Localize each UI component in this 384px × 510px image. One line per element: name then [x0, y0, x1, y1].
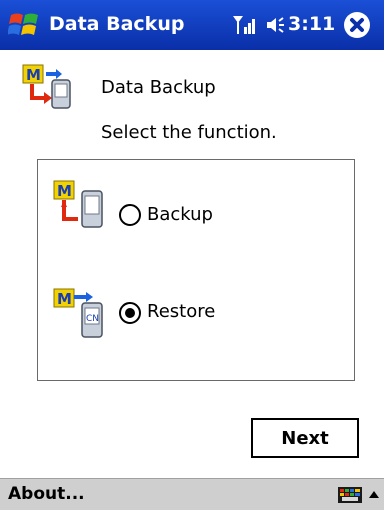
close-button[interactable]: [344, 12, 370, 38]
svg-text:CN: CN: [86, 314, 99, 324]
restore-icon: M CN: [53, 288, 103, 338]
clock[interactable]: 3:11: [288, 13, 335, 35]
restore-label[interactable]: Restore: [147, 301, 215, 322]
about-menu-item[interactable]: About...: [8, 484, 85, 504]
svg-text:M: M: [26, 66, 41, 84]
restore-radio-dot: [125, 308, 135, 318]
volume-icon[interactable]: [265, 15, 285, 35]
title-bar: Data Backup 3:11: [0, 0, 384, 50]
instruction-text: Select the function.: [101, 122, 277, 143]
backup-radio[interactable]: [119, 204, 141, 226]
function-group: M Backup M CN Restore: [37, 159, 355, 381]
backup-icon: M: [53, 180, 103, 228]
data-backup-app-icon: M: [22, 64, 71, 109]
menu-bar: About...: [0, 478, 384, 510]
backup-label[interactable]: Backup: [147, 204, 213, 225]
input-arrow-icon[interactable]: [367, 485, 381, 505]
svg-text:M: M: [57, 182, 72, 200]
close-icon: [350, 18, 364, 32]
keyboard-icon[interactable]: [337, 485, 363, 505]
restore-radio[interactable]: [119, 302, 141, 324]
window-title: Data Backup: [49, 13, 185, 35]
signal-icon[interactable]: [232, 14, 258, 36]
header-title: Data Backup: [101, 77, 216, 98]
svg-text:M: M: [57, 290, 72, 308]
windows-start-icon[interactable]: [8, 9, 42, 41]
next-button[interactable]: Next: [251, 418, 359, 458]
